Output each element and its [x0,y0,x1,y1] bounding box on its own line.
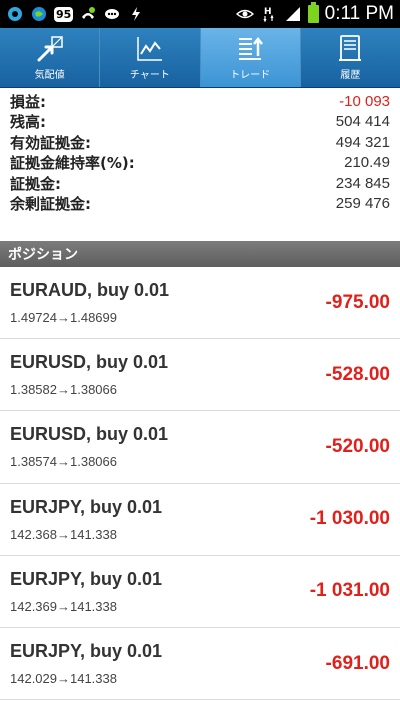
signal-icon [284,5,302,23]
summary-value: 504 414 [335,113,390,131]
tab-quotes[interactable]: 気配値 [0,28,101,87]
position-title: EURJPY, buy 0.01 [10,496,163,517]
summary-row-balance: 残高: 504 414 [10,112,390,133]
summary-value: 210.49 [344,154,390,172]
summary-value: 234 845 [335,174,390,192]
summary-row-margin: 証拠金: 234 845 [10,173,390,194]
position-prices: 142.368→141.338 [10,526,117,542]
position-profit: -1 030.00 [309,508,390,530]
tab-label: 履歴 [340,70,361,81]
position-prices: 142.369→141.338 [10,598,117,614]
position-profit: -691.00 [325,652,390,674]
summary-label: 残高: [10,113,46,132]
summary-label: 損益: [10,92,46,111]
position-prices: 1.38574→1.38066 [10,454,117,470]
summary-row-margin-level: 証拠金維持率(%): 210.49 [10,153,390,174]
position-row[interactable]: EURAUD, buy 0.01 1.49724→1.48699 -975.00 [0,267,400,340]
position-title: EURJPY, buy 0.01 [10,641,163,662]
position-prices: 1.49724→1.48699 [10,310,117,326]
trade-icon [239,36,264,60]
summary-label: 証拠金維持率(%): [10,154,135,173]
position-profit: -520.00 [325,435,390,457]
quotes-arrows-icon [37,36,63,62]
svg-text:H: H [264,7,272,17]
position-profit: -528.00 [325,363,390,385]
position-title: EURUSD, buy 0.01 [10,352,169,373]
position-prices: 1.38582→1.38066 [10,382,117,398]
chart-icon [137,37,162,61]
network-type-icon: H [260,5,278,23]
position-title: EURUSD, buy 0.01 [10,424,169,445]
tab-label: チャート [129,70,170,81]
summary-label: 証拠金: [10,174,61,193]
position-profit: -1 031.00 [309,580,390,602]
positions-list: EURAUD, buy 0.01 1.49724→1.48699 -975.00… [0,267,400,701]
position-row[interactable]: EURUSD, buy 0.01 1.38582→1.38066 -528.00 [0,339,400,412]
tab-bar: 気配値 チャート トレード 履歴 [0,28,400,88]
eye-icon [235,5,254,23]
position-row[interactable]: EURJPY, buy 0.01 142.029→141.338 -691.00 [0,628,400,701]
tab-history[interactable]: 履歴 [301,28,400,87]
positions-header: ポジション [0,241,400,267]
tab-label: 気配値 [34,70,65,81]
battery-percent-badge: 95 [54,6,74,22]
summary-row-equity: 有効証拠金: 494 321 [10,132,390,153]
usb-icon [127,5,145,23]
position-prices: 142.029→141.338 [10,671,117,687]
clock: 0:11 PM [324,3,394,24]
position-title: EURJPY, buy 0.01 [10,568,163,589]
globe-icon [30,5,48,23]
position-row[interactable]: EURUSD, buy 0.01 1.38574→1.38066 -520.00 [0,411,400,484]
account-summary: 損益: -10 093 残高: 504 414 有効証拠金: 494 321 証… [0,89,400,241]
tab-chart[interactable]: チャート [100,28,201,87]
history-icon [339,35,362,61]
missed-call-icon [79,5,97,23]
position-row[interactable]: EURJPY, buy 0.01 142.369→141.338 -1 031.… [0,556,400,628]
tab-trade[interactable]: トレード [200,28,301,87]
summary-label: 余剰証拠金: [10,195,91,214]
summary-row-profit: 損益: -10 093 [10,91,390,112]
summary-value: -10 093 [339,92,390,110]
summary-label: 有効証拠金: [10,133,91,152]
app-notification-icon [6,5,24,23]
battery-icon [307,2,319,23]
summary-value: 259 476 [335,195,390,213]
chat-icon [103,5,121,23]
position-profit: -975.00 [325,291,390,313]
summary-row-free-margin: 余剰証拠金: 259 476 [10,194,390,215]
summary-value: 494 321 [335,133,390,151]
position-row[interactable]: EURJPY, buy 0.01 142.368→141.338 -1 030.… [0,484,400,556]
tab-label: トレード [230,70,271,81]
position-title: EURAUD, buy 0.01 [10,280,170,301]
status-bar: 95 H 0:11 PM [0,0,400,28]
